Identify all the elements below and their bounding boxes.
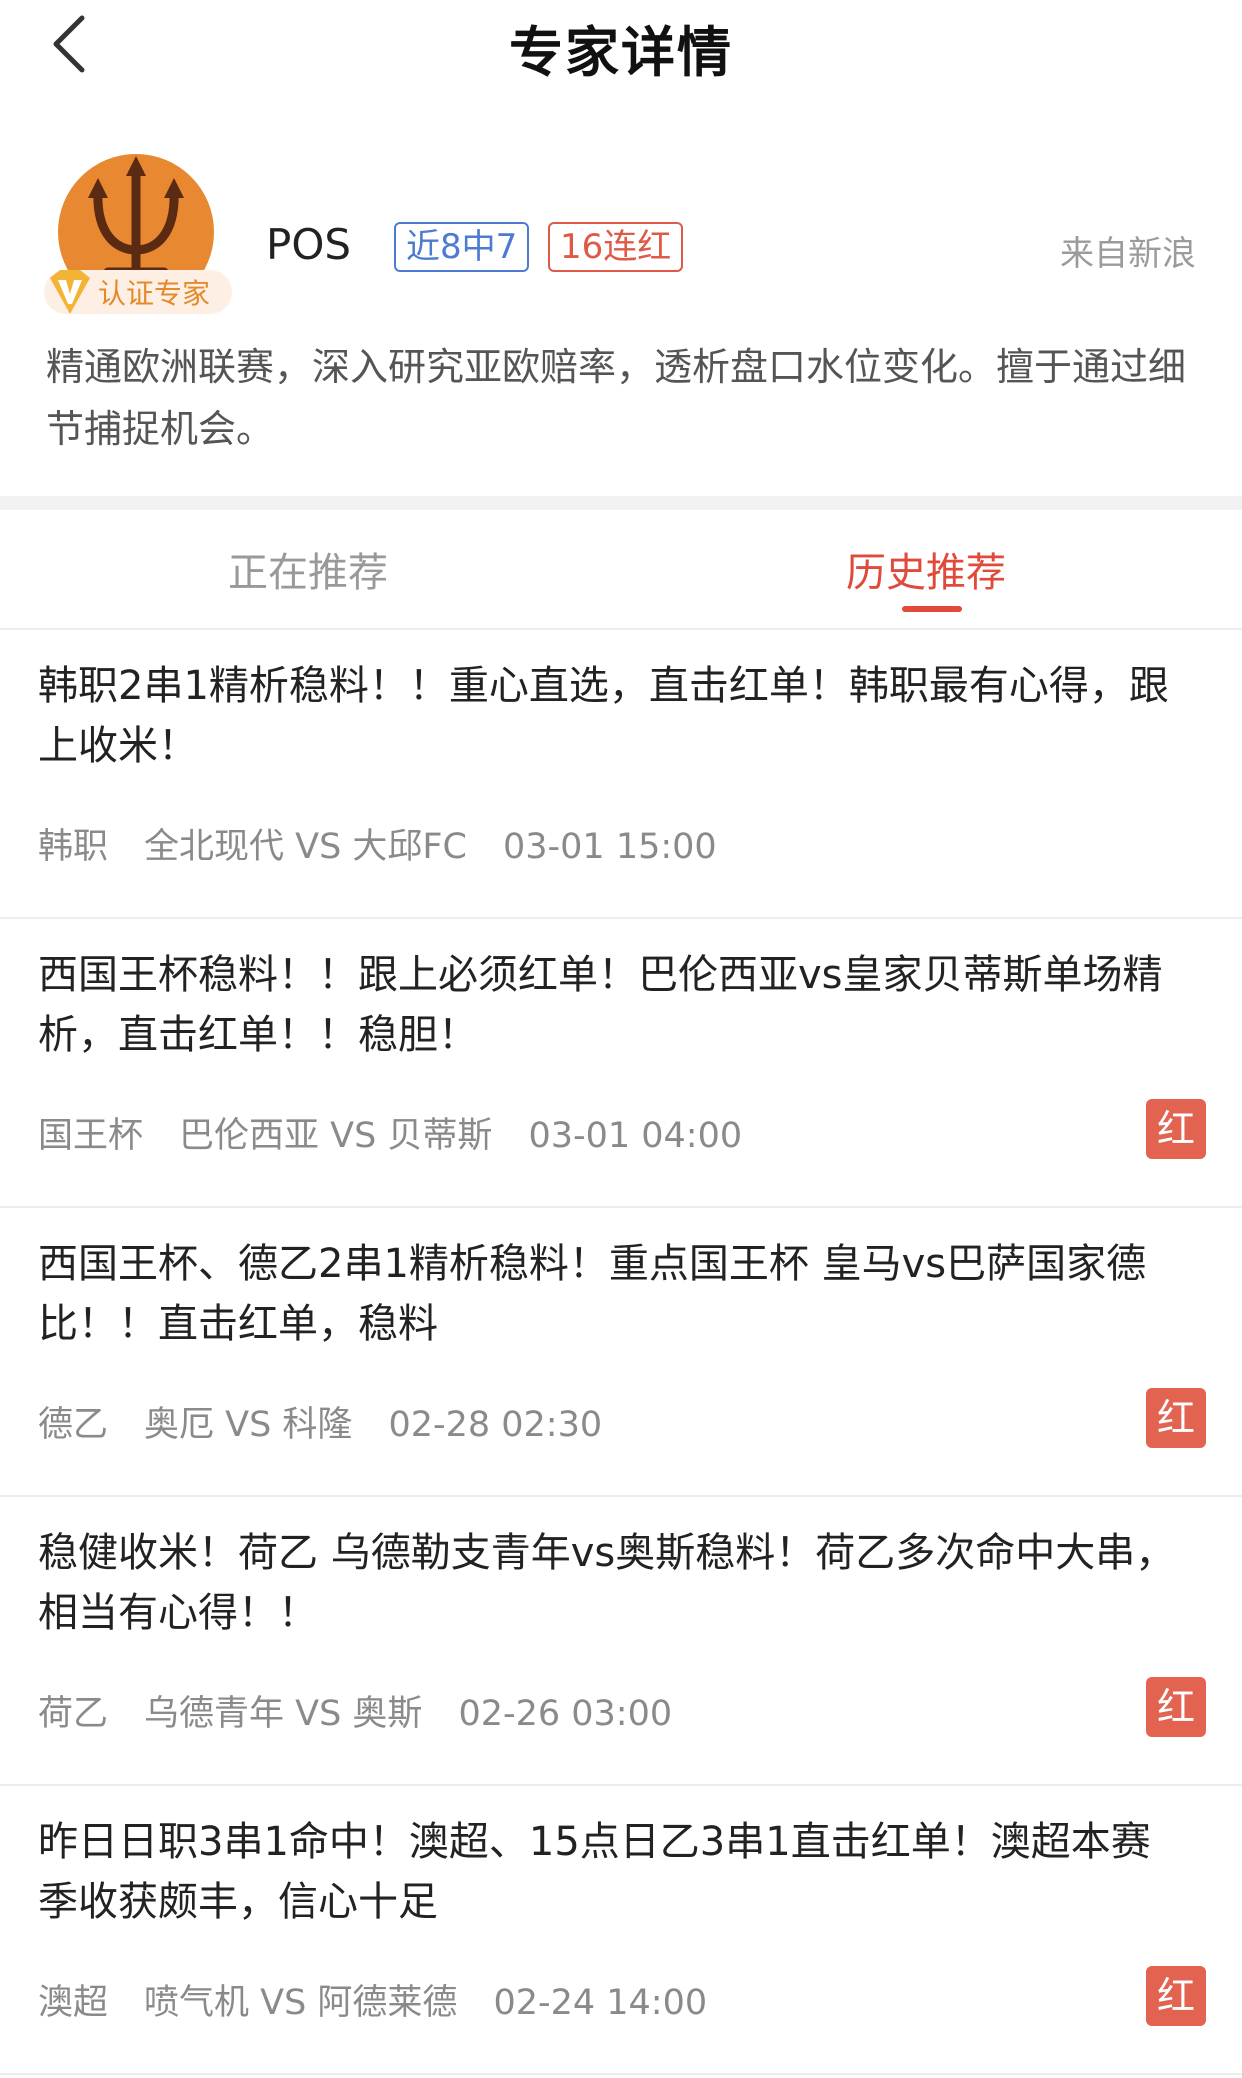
item-match: 奥厄 VS 科隆 [144,1405,353,1445]
item-league: 韩职 [38,827,109,867]
item-title: 稳健收米！荷乙 乌德勒支青年vs奥斯稳料！荷乙多次命中大串，相当有心得！！ [38,1530,1176,1636]
result-badge: 红 [1146,1677,1206,1737]
verified-expert-badge: 认证专家 [44,270,233,314]
section-divider [0,496,1242,510]
item-title: 西国王杯、德乙2串1精析稳料！重点国王杯 皇马vs巴萨国家德比！！直击红单，稳料 [38,1241,1147,1347]
active-tab-indicator [902,606,962,612]
item-meta: 韩职 全北现代 VS 大邱FC 03-01 15:00 [38,818,753,869]
item-time: 03-01 04:00 [528,1116,743,1156]
result-badge: 红 [1146,1966,1206,2026]
list-item[interactable]: 韩职2串1精析稳料！！重心直选，直击红单！韩职最有心得，跟上收米！ 韩职 全北现代… [0,630,1242,919]
recommendation-list: 韩职2串1精析稳料！！重心直选，直击红单！韩职最有心得，跟上收米！ 韩职 全北现代… [0,630,1242,2075]
tab-current-recommendations[interactable]: 正在推荐 [228,540,388,598]
tab-bar: 正在推荐 历史推荐 [0,510,1242,630]
item-title: 西国王杯稳料！！跟上必须红单！巴伦西亚vs皇家贝蒂斯单场精析，直击红单！！稳胆！ [38,952,1163,1058]
item-league: 澳超 [38,1983,109,2023]
item-league: 国王杯 [38,1116,144,1156]
expert-name: POS [266,220,352,269]
item-match: 乌德青年 VS 奥斯 [144,1694,423,1734]
item-meta: 国王杯 巴伦西亚 VS 贝蒂斯 03-01 04:00 [38,1107,778,1158]
item-match: 全北现代 VS 大邱FC [144,827,467,867]
item-match: 巴伦西亚 VS 贝蒂斯 [179,1116,493,1156]
item-time: 02-26 03:00 [458,1694,673,1734]
list-item[interactable]: 西国王杯稳料！！跟上必须红单！巴伦西亚vs皇家贝蒂斯单场精析，直击红单！！稳胆！… [0,919,1242,1208]
source-label: 来自新浪 [1060,234,1196,274]
hit-rate-tag: 近8中7 [394,222,530,272]
expert-profile: 认证专家 POS 近8中7 16连红 来自新浪 精通欧洲联赛，深入研究亚欧赔率，… [0,140,1242,500]
nav-bar: 专家详情 [0,0,1242,90]
item-league: 荷乙 [38,1694,109,1734]
expert-description: 精通欧洲联赛，深入研究亚欧赔率，透析盘口水位变化。擅于通过细节捕捉机会。 [46,345,1187,451]
list-item[interactable]: 稳健收米！荷乙 乌德勒支青年vs奥斯稳料！荷乙多次命中大串，相当有心得！！ 荷乙… [0,1497,1242,1786]
item-meta: 澳超 喷气机 VS 阿德莱德 02-24 14:00 [38,1974,743,2025]
verified-v-icon [50,270,90,314]
list-item[interactable]: 昨日日职3串1命中！澳超、15点日乙3串1直击红单！澳超本赛季收获颇丰，信心十足… [0,1786,1242,2075]
result-badge: 红 [1146,1388,1206,1448]
item-time: 02-24 14:00 [493,1983,708,2023]
item-time: 03-01 15:00 [503,827,717,867]
badge-label: 认证专家 [98,277,211,310]
result-badge: 红 [1146,1099,1206,1159]
item-title: 韩职2串1精析稳料！！重心直选，直击红单！韩职最有心得，跟上收米！ [38,663,1169,769]
item-title: 昨日日职3串1命中！澳超、15点日乙3串1直击红单！澳超本赛季收获颇丰，信心十足 [38,1819,1151,1925]
item-time: 02-28 02:30 [388,1405,603,1445]
list-item[interactable]: 西国王杯、德乙2串1精析稳料！重点国王杯 皇马vs巴萨国家德比！！直击红单，稳料… [0,1208,1242,1497]
item-league: 德乙 [38,1405,109,1445]
tab-history-recommendations[interactable]: 历史推荐 [846,540,1006,598]
win-streak-tag: 16连红 [548,222,684,272]
item-match: 喷气机 VS 阿德莱德 [144,1983,458,2023]
item-meta: 德乙 奥厄 VS 科隆 02-28 02:30 [38,1396,638,1447]
item-meta: 荷乙 乌德青年 VS 奥斯 02-26 03:00 [38,1685,708,1736]
page-title: 专家详情 [509,21,733,84]
